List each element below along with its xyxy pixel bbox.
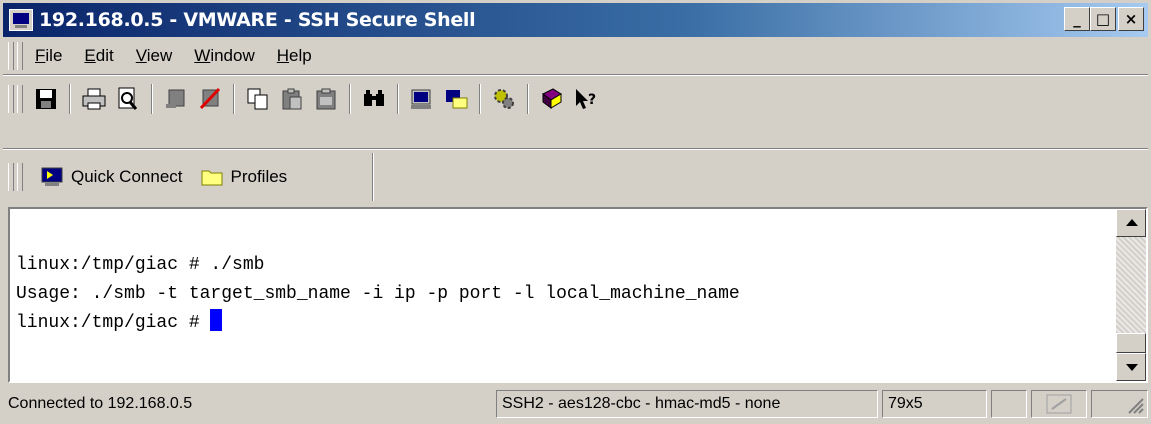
status-cipher: SSH2 - aes128-cbc - hmac-md5 - none (496, 390, 878, 418)
terminal-line: linux:/tmp/giac # ./smb (16, 255, 265, 275)
lock-indicator-icon (1046, 394, 1072, 414)
scroll-up-button[interactable] (1116, 209, 1146, 237)
arrow-down-icon (1126, 364, 1138, 371)
divider (3, 74, 1148, 76)
terminal-line: Usage: ./smb -t target_smb_name -i ip -p… (16, 284, 740, 304)
status-size-grip-pane (1091, 390, 1148, 418)
quick-connect-button[interactable]: Quick Connect (41, 167, 183, 187)
new-file-transfer-icon[interactable] (443, 86, 469, 112)
quick-connect-label: Quick Connect (71, 167, 183, 186)
paste-alt-icon[interactable] (313, 86, 339, 112)
text-cursor (210, 309, 223, 331)
scroll-thumb[interactable] (1116, 333, 1146, 353)
qc-bar-edge (372, 153, 374, 201)
scroll-down-button[interactable] (1116, 353, 1146, 381)
paste-icon[interactable] (279, 86, 305, 112)
maximize-icon: □ (1095, 10, 1111, 28)
status-blank-pane (991, 390, 1027, 418)
maximize-button[interactable]: □ (1090, 7, 1116, 31)
menu-help[interactable]: Help (277, 46, 312, 66)
folder-icon (201, 167, 223, 187)
title-bar[interactable]: 192.168.0.5 - VMWARE - SSH Secure Shell … (3, 3, 1148, 37)
quick-connect-bar: Quick Connect Profiles (3, 153, 373, 201)
menu-grip-2 (17, 42, 23, 70)
arrow-up-icon (1126, 219, 1138, 226)
profiles-button[interactable]: Profiles (201, 167, 288, 187)
toolbar-grip[interactable] (8, 85, 14, 113)
minimize-button[interactable]: _ (1064, 7, 1090, 31)
print-icon[interactable] (81, 86, 107, 112)
toolbar-separator (527, 84, 529, 114)
close-icon: × (1124, 10, 1138, 28)
toolbar-separator (349, 84, 351, 114)
new-terminal-icon[interactable] (409, 86, 435, 112)
menu-grip[interactable] (8, 42, 14, 70)
quick-connect-icon (41, 167, 63, 187)
status-connection: Connected to 192.168.0.5 (8, 395, 193, 412)
settings-icon[interactable] (491, 86, 517, 112)
toolbar-separator (151, 84, 153, 114)
toolbar: ? (3, 77, 1148, 121)
status-lock-pane (1031, 390, 1087, 418)
toolbar-grip-2 (17, 85, 23, 113)
menu-edit[interactable]: Edit (84, 46, 113, 66)
toolbar-separator (479, 84, 481, 114)
menu-window[interactable]: Window (194, 46, 254, 66)
window-title: 192.168.0.5 - VMWARE - SSH Secure Shell (39, 9, 476, 31)
terminal-prompt: linux:/tmp/giac # (16, 313, 211, 333)
vertical-scrollbar[interactable] (1116, 209, 1146, 381)
profiles-label: Profiles (230, 167, 288, 186)
qc-grip-2 (17, 163, 23, 191)
minimize-icon: _ (1073, 10, 1081, 28)
connect-icon[interactable] (163, 86, 189, 112)
terminal-output: linux:/tmp/giac # ./smb Usage: ./smb -t t… (16, 251, 740, 338)
svg-text:?: ? (588, 92, 596, 108)
find-icon[interactable] (361, 86, 387, 112)
divider (3, 148, 1148, 150)
print-preview-icon[interactable] (115, 86, 141, 112)
status-bar: Connected to 192.168.0.5 SSH2 - aes128-c… (3, 390, 1148, 420)
toolbar-separator (233, 84, 235, 114)
help-book-icon[interactable] (539, 86, 565, 112)
terminal-area[interactable]: linux:/tmp/giac # ./smb Usage: ./smb -t t… (8, 207, 1148, 383)
toolbar-separator (69, 84, 71, 114)
menu-file[interactable]: File (35, 46, 62, 66)
copy-icon[interactable] (245, 86, 271, 112)
status-terminal-size: 79x5 (882, 390, 987, 418)
ssh-window: 192.168.0.5 - VMWARE - SSH Secure Shell … (0, 0, 1151, 424)
resize-grip-icon[interactable] (1125, 395, 1145, 415)
close-button[interactable]: × (1118, 7, 1144, 31)
context-help-icon[interactable]: ? (573, 86, 599, 112)
qc-grip[interactable] (8, 163, 14, 191)
menu-bar: File Edit View Window Help (3, 39, 1148, 73)
menu-view[interactable]: View (136, 46, 173, 66)
toolbar-separator (397, 84, 399, 114)
disconnect-icon[interactable] (197, 86, 223, 112)
save-icon[interactable] (33, 86, 59, 112)
terminal-app-icon[interactable] (9, 9, 33, 31)
